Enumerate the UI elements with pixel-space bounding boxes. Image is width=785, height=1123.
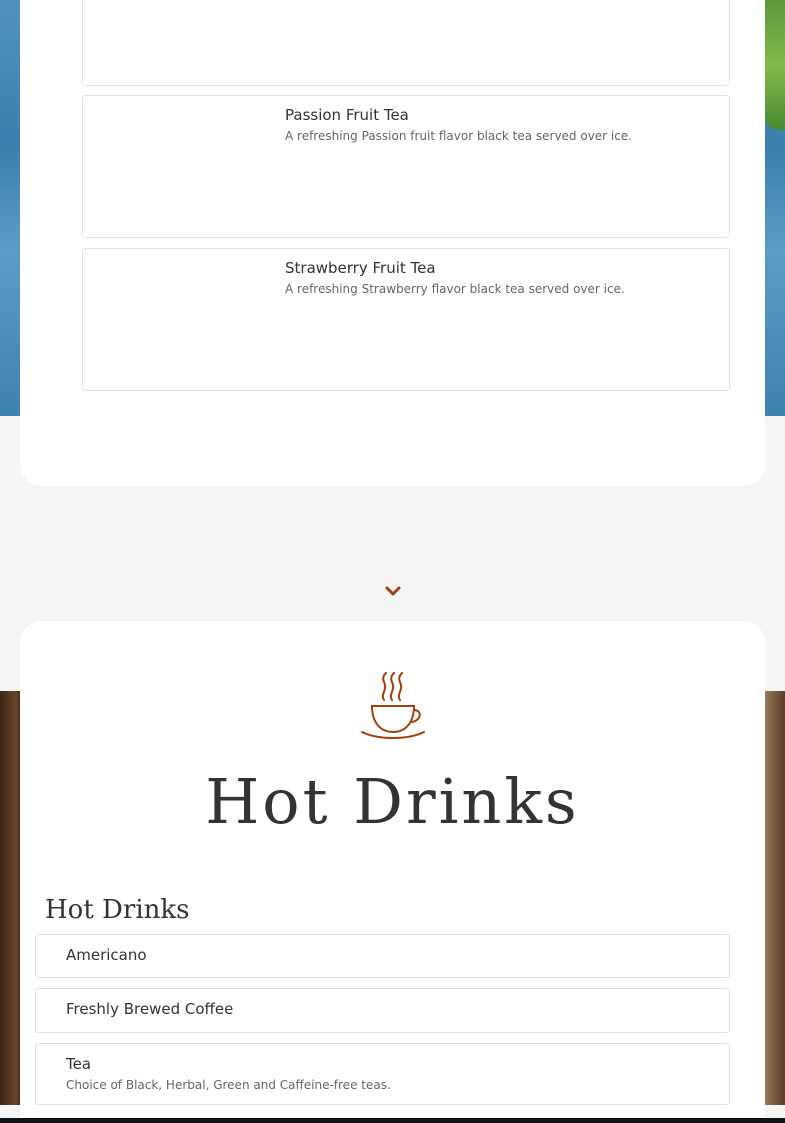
leaf-decoration <box>763 0 785 130</box>
menu-item-card: Passion Fruit Tea A refreshing Passion f… <box>82 95 730 238</box>
menu-item-description: Choice of Black, Herbal, Green and Caffe… <box>66 1078 391 1092</box>
menu-item-description: A refreshing Passion fruit flavor black … <box>285 129 633 143</box>
chevron-down-icon[interactable] <box>385 585 401 597</box>
menu-item-title: Strawberry Fruit Tea <box>285 259 436 277</box>
menu-item-row: Tea Choice of Black, Herbal, Green and C… <box>35 1043 730 1105</box>
menu-item-description: A refreshing Strawberry flavor black tea… <box>285 282 625 296</box>
bottom-bar <box>0 1118 785 1123</box>
menu-item-name: Americano <box>66 946 147 964</box>
menu-item-name: Freshly Brewed Coffee <box>66 1000 234 1018</box>
menu-item-title: Passion Fruit Tea <box>285 106 409 124</box>
hot-drinks-heading: Hot Drinks <box>205 765 580 838</box>
menu-item-card-partial <box>82 0 730 86</box>
menu-item-name: Tea <box>66 1055 92 1073</box>
category-title: Hot Drinks <box>45 895 190 925</box>
coffee-cup-icon <box>361 672 425 739</box>
menu-item-row: Freshly Brewed Coffee <box>35 988 730 1033</box>
menu-item-card: Strawberry Fruit Tea A refreshing Strawb… <box>82 248 730 391</box>
section-connector <box>300 486 485 621</box>
cold-drinks-panel: Passion Fruit Tea A refreshing Passion f… <box>20 0 765 486</box>
menu-item-row: Americano <box>35 934 730 978</box>
